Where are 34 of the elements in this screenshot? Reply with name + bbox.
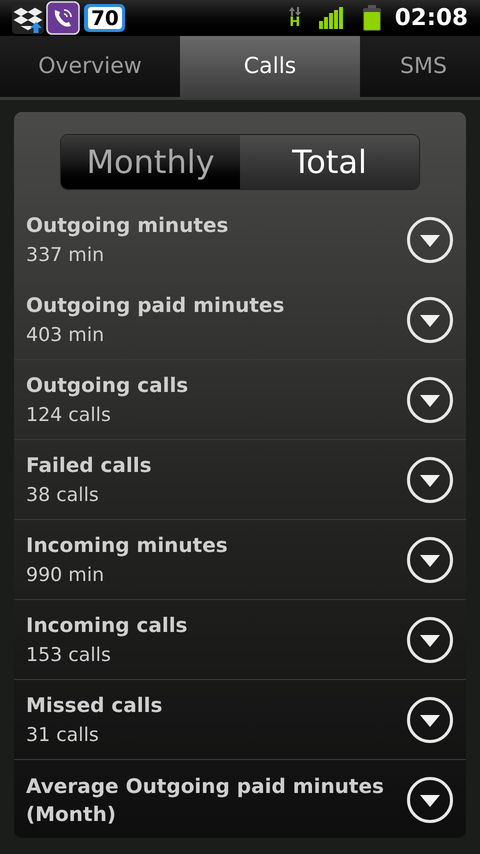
expand-icon[interactable] (406, 456, 454, 504)
expand-icon[interactable] (406, 696, 454, 744)
expand-icon[interactable] (406, 776, 454, 824)
expand-icon[interactable] (406, 376, 454, 424)
signal-icon (318, 7, 343, 29)
clock: 02:08 (394, 4, 468, 33)
stat-label: Incoming calls (26, 612, 188, 638)
tab[interactable]: Calls (180, 36, 360, 97)
stat-value: 337 min (26, 242, 106, 268)
stat-value: 124 calls (26, 402, 112, 428)
stat-value: 31 calls (26, 722, 100, 748)
notification-badge: 70 (88, 7, 122, 29)
stat-label: Average Outgoing paid minutes (Month) (26, 773, 385, 828)
box-icon (12, 2, 44, 34)
stat-value: 403 min (26, 322, 106, 348)
battery-icon (362, 5, 381, 31)
stat-label: Incoming minutes (26, 532, 229, 558)
stat-label: Outgoing paid minutes (26, 292, 286, 318)
stat-value: 153 calls (26, 642, 112, 668)
stat-label: Outgoing calls (26, 372, 190, 398)
segment-button[interactable]: Monthly (61, 135, 240, 189)
expand-icon[interactable] (406, 296, 454, 344)
expand-icon[interactable] (406, 216, 454, 264)
stat-label: Failed calls (26, 452, 153, 478)
expand-icon[interactable] (406, 536, 454, 584)
tab[interactable]: Overview (0, 36, 180, 97)
stat-value: 990 min (26, 562, 106, 588)
stat-value: 38 calls (26, 482, 100, 508)
expand-icon[interactable] (406, 616, 454, 664)
phone-icon (46, 1, 80, 35)
tab[interactable]: SMS (360, 36, 480, 97)
segment-button[interactable]: Total (240, 135, 419, 189)
stat-label: Outgoing minutes (26, 212, 230, 238)
stat-label: Missed calls (26, 692, 164, 718)
